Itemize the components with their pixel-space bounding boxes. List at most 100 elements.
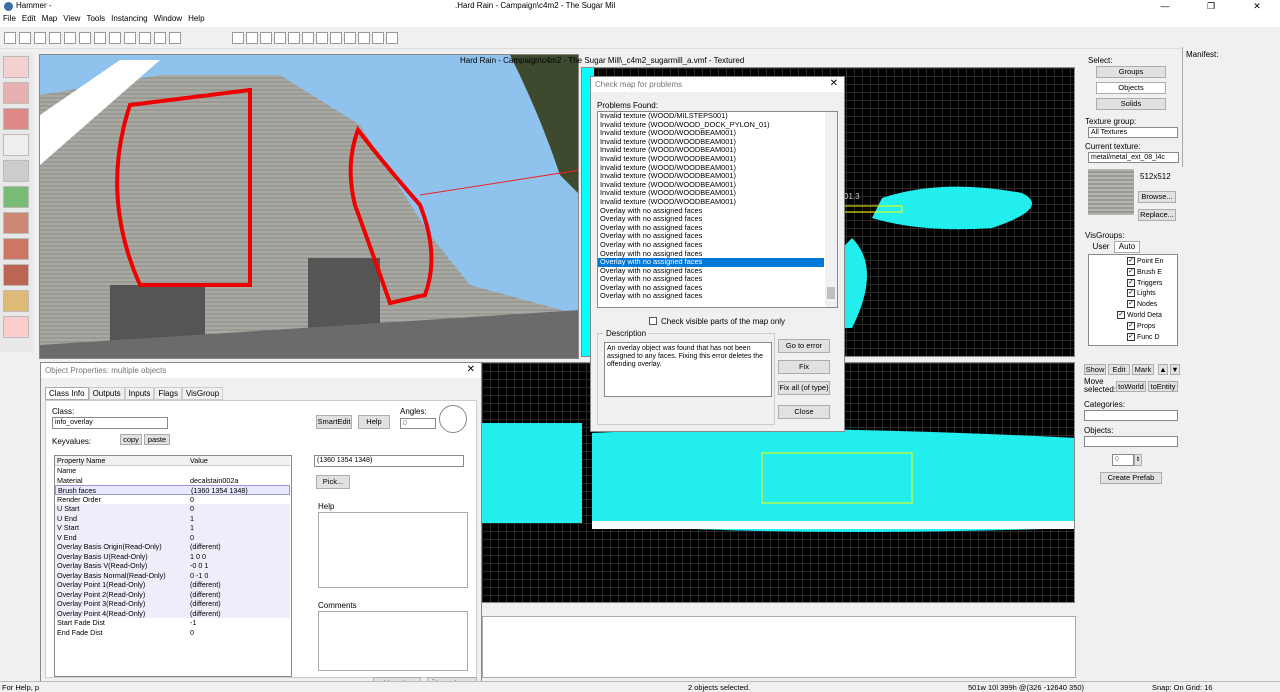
visgroup-item[interactable]: ✓ Nodes: [1127, 300, 1157, 309]
visgroup-item[interactable]: ✓ Func D: [1127, 332, 1160, 341]
menu-file[interactable]: File: [0, 13, 19, 27]
comments-box[interactable]: [318, 611, 468, 671]
lighting-icon[interactable]: [344, 32, 356, 44]
table-row[interactable]: Overlay Point 3(Read-Only) (different): [55, 599, 290, 609]
entity-icon[interactable]: [154, 32, 166, 44]
group-icon[interactable]: [49, 32, 61, 44]
select-solids-button[interactable]: Solids: [1096, 98, 1166, 110]
pick-button[interactable]: Pick...: [316, 475, 350, 489]
carve-icon[interactable]: [109, 32, 121, 44]
compile-icon[interactable]: [302, 32, 314, 44]
visgroup-checkbox-icon[interactable]: ✓: [1127, 300, 1135, 309]
table-row[interactable]: Material decalstain002a: [55, 476, 290, 486]
zoom-icon[interactable]: [34, 32, 46, 44]
visgroup-item[interactable]: ✓ Brush E: [1127, 267, 1162, 276]
visgroup-item[interactable]: ✓ World Deta: [1117, 311, 1162, 319]
minimize-button[interactable]: —: [1142, 0, 1188, 13]
tab-inputs[interactable]: Inputs: [124, 387, 155, 400]
maximize-button[interactable]: ❐: [1188, 0, 1234, 13]
objects-combo[interactable]: [1084, 436, 1178, 447]
browse-button[interactable]: Browse...: [1138, 191, 1176, 203]
table-row[interactable]: Overlay Basis V(Read-Only) -0 0 1: [55, 561, 290, 571]
magnify-tool-icon[interactable]: [3, 82, 29, 104]
clip-tool-icon[interactable]: [3, 290, 29, 312]
visgroup-checkbox-icon[interactable]: ✓: [1127, 321, 1135, 330]
block-tool-icon[interactable]: [3, 160, 29, 182]
up-arrow-icon[interactable]: ▲: [1158, 364, 1168, 375]
tab-visgroup[interactable]: VisGroup: [181, 387, 224, 400]
cordon-icon[interactable]: [330, 32, 342, 44]
table-row[interactable]: Overlay Basis U(Read-Only) 1 0 0: [55, 551, 290, 561]
table-row[interactable]: Overlay Basis Normal(Read-Only) 0 -1 0: [55, 570, 290, 580]
mark-button[interactable]: Mark: [1132, 364, 1154, 375]
menu-edit[interactable]: Edit: [19, 13, 39, 27]
undo-icon[interactable]: [79, 32, 91, 44]
menu-window[interactable]: Window: [151, 13, 185, 27]
copy-icon[interactable]: [246, 32, 258, 44]
vertex-icon[interactable]: [288, 32, 300, 44]
cubemap-icon[interactable]: [358, 32, 370, 44]
visgroup-checkbox-icon[interactable]: ✓: [1127, 267, 1135, 276]
table-row[interactable]: Name: [55, 466, 290, 476]
texture-tool-icon[interactable]: [3, 186, 29, 208]
selection-tool-icon[interactable]: [3, 56, 29, 78]
menu-tools[interactable]: Tools: [83, 13, 108, 27]
texture-group-combo[interactable]: All Textures: [1088, 127, 1178, 138]
to-entity-button[interactable]: toEntity: [1148, 381, 1178, 392]
clip-icon[interactable]: [274, 32, 286, 44]
visgroups-tree[interactable]: ✓ Point En ✓ Brush E ✓ Triggers ✓ Lights ✓ Nodes ✓…: [1088, 254, 1178, 346]
table-row[interactable]: V End 0: [55, 532, 290, 542]
select-objects-button[interactable]: Objects: [1096, 82, 1166, 94]
ungroup-icon[interactable]: [64, 32, 76, 44]
texture-lock-icon[interactable]: [139, 32, 151, 44]
fix-button[interactable]: Fix: [778, 360, 830, 374]
cut-icon[interactable]: [232, 32, 244, 44]
menu-view[interactable]: View: [60, 13, 83, 27]
overlay-tool-icon[interactable]: [3, 264, 29, 286]
show-button[interactable]: Show: [1084, 364, 1106, 375]
count-spinner-icon[interactable]: ⇕: [1134, 454, 1142, 466]
run-map-icon[interactable]: [316, 32, 328, 44]
close-icon[interactable]: ✕: [830, 78, 838, 89]
keyvalues-table[interactable]: Property Name Value Name Material decalsta…: [54, 455, 292, 677]
table-row[interactable]: Render Order 0: [55, 495, 290, 505]
close-properties-icon[interactable]: ✕: [467, 364, 475, 375]
value-field[interactable]: (1360 1354 1348): [314, 455, 464, 467]
current-texture-combo[interactable]: metal/metal_ext_08_l4c: [1088, 152, 1179, 163]
table-row[interactable]: Brush faces (1360 1354 1348): [55, 485, 290, 495]
down-arrow-icon[interactable]: ▼: [1170, 364, 1180, 375]
smartedit-button[interactable]: SmartEdit: [316, 415, 352, 429]
class-combo[interactable]: info_overlay: [52, 417, 168, 429]
apply-texture-icon[interactable]: [3, 212, 29, 234]
entity-tool-icon[interactable]: [3, 134, 29, 156]
go-to-error-button[interactable]: Go to error: [778, 339, 830, 353]
close-window-button[interactable]: ✕: [1234, 0, 1280, 13]
table-row[interactable]: End Fade Dist 0: [55, 628, 290, 638]
problem-item[interactable]: Overlay with no assigned faces: [598, 292, 824, 301]
camera-tool-icon[interactable]: [3, 108, 29, 130]
edit-button[interactable]: Edit: [1108, 364, 1130, 375]
visgroup-checkbox-icon[interactable]: ✓: [1127, 278, 1135, 287]
visgroup-checkbox-icon[interactable]: ✓: [1127, 332, 1135, 341]
tab-user[interactable]: User: [1088, 242, 1114, 253]
copy-button[interactable]: copy: [120, 434, 142, 445]
visgroup-item[interactable]: ✓ Lights: [1127, 289, 1156, 298]
prefab-count-field[interactable]: 0: [1112, 454, 1134, 466]
paste-button[interactable]: paste: [144, 434, 170, 445]
menu-instancing[interactable]: Instancing: [108, 13, 150, 27]
grid-icon[interactable]: [4, 32, 16, 44]
paste-icon[interactable]: [260, 32, 272, 44]
tab-flags[interactable]: Flags: [154, 387, 182, 400]
to-world-button[interactable]: toWorld: [1116, 381, 1146, 392]
visgroup-item[interactable]: ✓ Props: [1127, 321, 1155, 330]
table-row[interactable]: Start Fade Dist -1: [55, 618, 290, 628]
tab-class-info[interactable]: Class Info: [45, 387, 89, 400]
visgroup-item[interactable]: ✓ Triggers: [1127, 278, 1162, 287]
draw-icon[interactable]: [386, 32, 398, 44]
close-dialog-button[interactable]: Close: [778, 405, 830, 419]
tab-auto[interactable]: Auto: [1114, 241, 1140, 253]
redo-icon[interactable]: [94, 32, 106, 44]
visgroup-checkbox-icon[interactable]: ✓: [1127, 289, 1135, 298]
angle-dial[interactable]: [439, 405, 467, 433]
table-row[interactable]: Overlay Point 2(Read-Only) (different): [55, 589, 290, 599]
